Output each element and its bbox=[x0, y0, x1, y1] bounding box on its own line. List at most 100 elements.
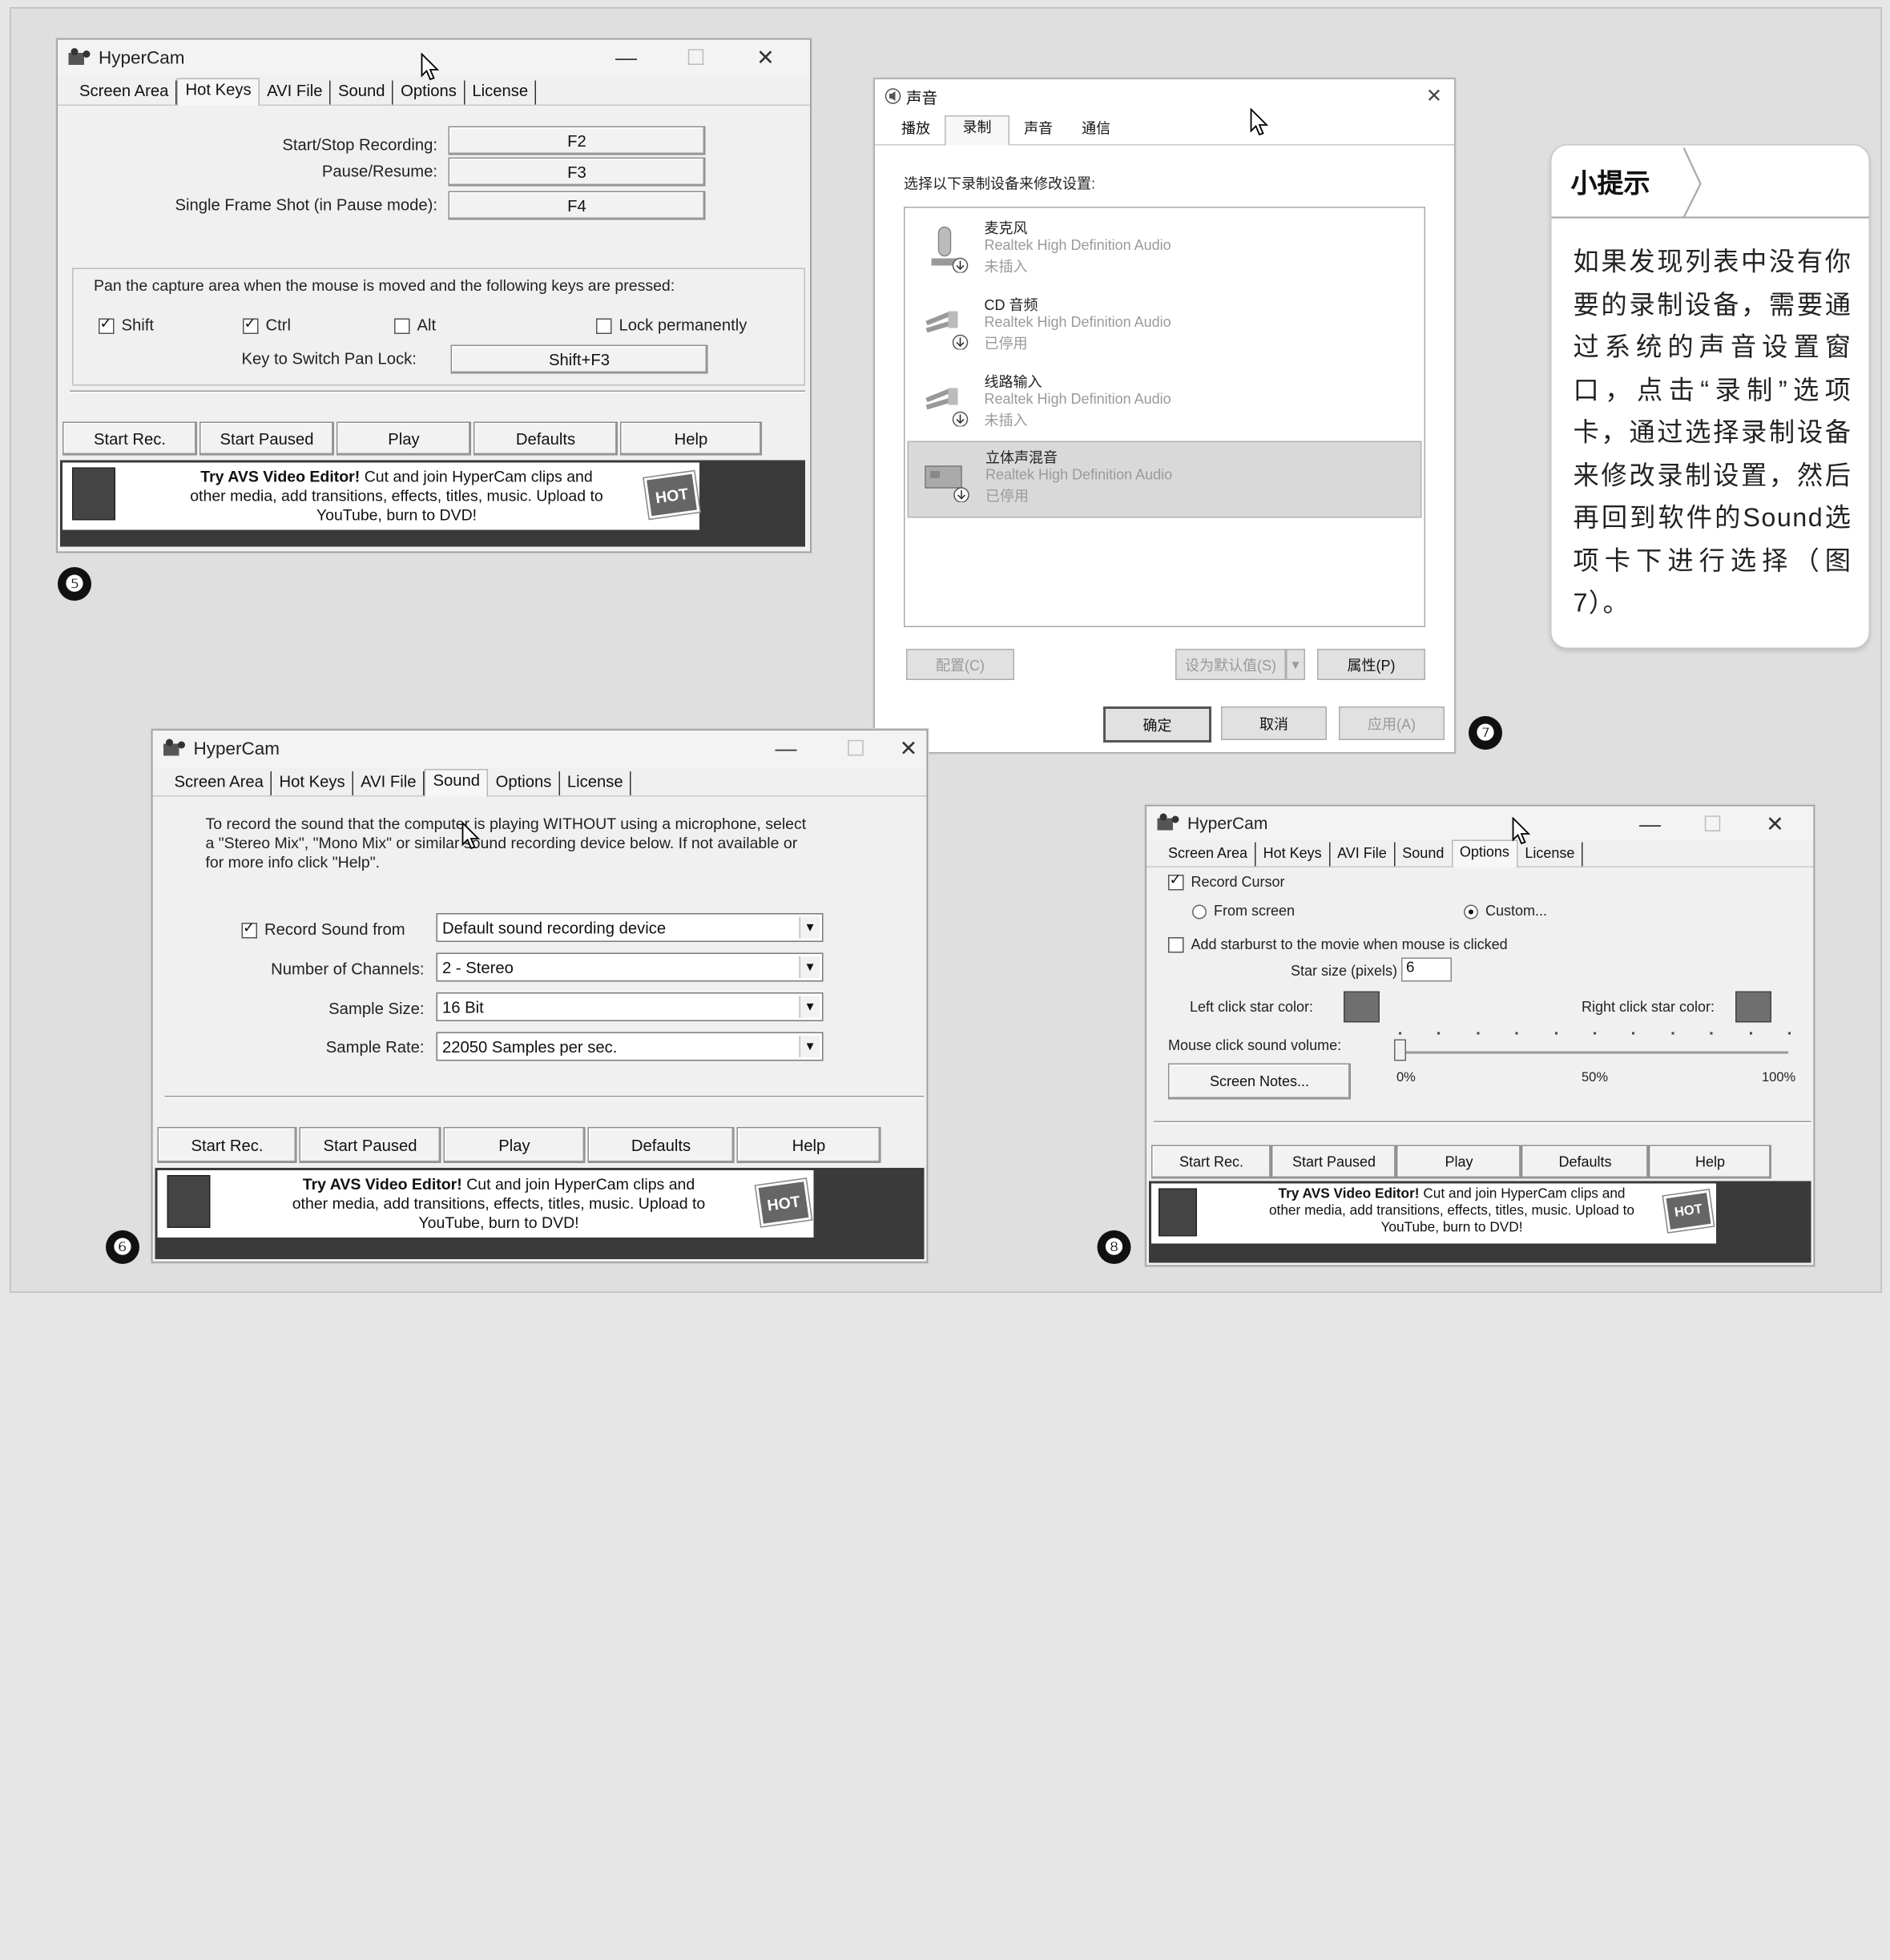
volume-tick-mark bbox=[1671, 1032, 1674, 1035]
tab-sound[interactable]: Sound bbox=[1395, 843, 1451, 867]
device-name: 立体声混音 bbox=[985, 449, 1058, 466]
tab-avi-file[interactable]: AVI File bbox=[353, 771, 425, 795]
window-title: HyperCam bbox=[193, 738, 280, 759]
hotkey-pause-field[interactable]: F3 bbox=[448, 157, 706, 187]
hotkey-start-stop-field[interactable]: F2 bbox=[448, 126, 706, 155]
maximize-button[interactable]: ☐ bbox=[661, 42, 731, 74]
ad-banner[interactable]: Try AVS Video Editor! Cut and join Hyper… bbox=[1149, 1181, 1811, 1263]
ad-title: Try AVS Video Editor! bbox=[302, 1175, 462, 1193]
lock-permanently-checkbox[interactable]: Lock permanently bbox=[596, 316, 747, 334]
properties-button[interactable]: 属性(P) bbox=[1317, 649, 1425, 680]
start-rec-button[interactable]: Start Rec. bbox=[62, 421, 197, 456]
device-microphone[interactable]: 麦克风 Realtek High Definition Audio 未插入 bbox=[908, 213, 1422, 288]
left-star-color-label: Left click star color: bbox=[1190, 998, 1314, 1016]
tab-sound[interactable]: Sound bbox=[425, 769, 489, 797]
tab-bar: Screen Area Hot Keys AVI File Sound Opti… bbox=[152, 767, 927, 797]
close-button[interactable]: ✕ bbox=[1744, 809, 1807, 840]
tab-hot-keys[interactable]: Hot Keys bbox=[176, 78, 260, 106]
alt-checkbox[interactable]: Alt bbox=[394, 316, 436, 334]
play-button[interactable]: Play bbox=[1396, 1145, 1521, 1179]
configure-button[interactable]: 配置(C) bbox=[906, 649, 1014, 680]
record-cursor-label: Record Cursor bbox=[1191, 873, 1285, 891]
close-button[interactable]: ✕ bbox=[891, 733, 927, 764]
tab-bar: Screen Area Hot Keys AVI File Sound Opti… bbox=[1146, 839, 1814, 867]
defaults-button[interactable]: Defaults bbox=[474, 421, 618, 456]
channels-select[interactable]: 2 - Stereo ▼ bbox=[436, 952, 824, 982]
tab-playback[interactable]: 播放 bbox=[887, 118, 945, 144]
set-default-button[interactable]: 设为默认值(S) bbox=[1175, 649, 1286, 680]
device-stereo-mix[interactable]: 立体声混音 Realtek High Definition Audio 已停用 bbox=[907, 441, 1422, 518]
tab-license[interactable]: License bbox=[560, 771, 632, 795]
tab-avi-file[interactable]: AVI File bbox=[260, 80, 332, 105]
start-paused-button[interactable]: Start Paused bbox=[199, 421, 334, 456]
device-cd-audio[interactable]: CD 音频 Realtek High Definition Audio 已停用 bbox=[908, 290, 1422, 364]
recording-device-list[interactable]: 麦克风 Realtek High Definition Audio 未插入 CD… bbox=[904, 207, 1425, 627]
volume-slider-thumb[interactable] bbox=[1394, 1039, 1406, 1061]
play-button[interactable]: Play bbox=[443, 1127, 586, 1163]
switch-pan-lock-field[interactable]: Shift+F3 bbox=[450, 344, 708, 374]
cancel-button[interactable]: 取消 bbox=[1221, 706, 1327, 740]
sample-size-select[interactable]: 16 Bit ▼ bbox=[436, 992, 824, 1021]
minimize-button[interactable]: — bbox=[752, 733, 821, 764]
star-size-input[interactable]: 6 bbox=[1401, 957, 1452, 982]
maximize-button[interactable]: ☐ bbox=[1682, 809, 1744, 840]
sound-dialog: 声音 ✕ 播放 录制 声音 通信 选择以下录制设备来修改设置: 麦克风 Real… bbox=[873, 78, 1456, 754]
tab-sound[interactable]: Sound bbox=[331, 80, 394, 105]
record-device-select[interactable]: Default sound recording device ▼ bbox=[436, 913, 824, 942]
hotkey-single-frame-field[interactable]: F4 bbox=[448, 191, 706, 220]
from-screen-radio[interactable]: From screen bbox=[1192, 903, 1295, 920]
tab-license[interactable]: License bbox=[1517, 842, 1583, 867]
maximize-button[interactable]: ☐ bbox=[821, 733, 891, 764]
tab-screen-area[interactable]: Screen Area bbox=[167, 771, 272, 795]
tab-screen-area[interactable]: Screen Area bbox=[72, 80, 177, 105]
ad-banner[interactable]: Try AVS Video Editor! Cut and join Hyper… bbox=[155, 1168, 925, 1259]
tab-screen-area[interactable]: Screen Area bbox=[1161, 842, 1256, 867]
start-paused-button[interactable]: Start Paused bbox=[299, 1127, 441, 1163]
device-driver: Realtek High Definition Audio bbox=[985, 466, 1173, 483]
device-line-in[interactable]: 线路输入 Realtek High Definition Audio 未插入 bbox=[908, 367, 1422, 441]
starburst-checkbox[interactable]: Add starburst to the movie when mouse is… bbox=[1168, 936, 1508, 953]
help-button[interactable]: Help bbox=[620, 421, 762, 456]
tab-sounds[interactable]: 声音 bbox=[1009, 118, 1067, 144]
start-paused-button[interactable]: Start Paused bbox=[1271, 1145, 1396, 1179]
help-button[interactable]: Help bbox=[736, 1127, 881, 1163]
record-cursor-checkbox[interactable]: Record Cursor bbox=[1168, 871, 1285, 891]
title-bar: HyperCam — ☐ ✕ bbox=[1146, 806, 1814, 840]
figure-number-8: ❽ bbox=[1097, 1230, 1131, 1264]
start-rec-button[interactable]: Start Rec. bbox=[1151, 1145, 1271, 1179]
ctrl-checkbox[interactable]: Ctrl bbox=[243, 315, 291, 334]
close-button[interactable]: ✕ bbox=[731, 42, 800, 74]
custom-radio[interactable]: Custom... bbox=[1464, 903, 1547, 920]
defaults-button[interactable]: Defaults bbox=[587, 1127, 735, 1163]
tab-options[interactable]: Options bbox=[1451, 839, 1518, 867]
tab-license[interactable]: License bbox=[465, 80, 537, 105]
defaults-button[interactable]: Defaults bbox=[1521, 1145, 1649, 1179]
hypercam-window-sound: HyperCam — ☐ ✕ Screen Area Hot Keys AVI … bbox=[151, 729, 928, 1263]
tab-communications[interactable]: 通信 bbox=[1067, 118, 1125, 144]
screen-notes-button[interactable]: Screen Notes... bbox=[1168, 1063, 1351, 1100]
tab-hot-keys[interactable]: Hot Keys bbox=[272, 771, 354, 795]
ad-banner[interactable]: Try AVS Video Editor! Cut and join Hyper… bbox=[60, 460, 805, 547]
apply-button[interactable]: 应用(A) bbox=[1339, 706, 1445, 740]
sound-close-button[interactable]: ✕ bbox=[1426, 84, 1442, 108]
sample-rate-select[interactable]: 22050 Samples per sec. ▼ bbox=[436, 1032, 824, 1061]
minimize-button[interactable]: — bbox=[1619, 809, 1682, 840]
left-star-color-swatch[interactable] bbox=[1344, 991, 1380, 1023]
minimize-button[interactable]: — bbox=[591, 42, 661, 74]
start-rec-button[interactable]: Start Rec. bbox=[157, 1127, 297, 1163]
tab-options[interactable]: Options bbox=[489, 771, 560, 795]
tab-recording[interactable]: 录制 bbox=[945, 115, 1010, 146]
right-star-color-swatch[interactable] bbox=[1735, 991, 1771, 1023]
tab-hot-keys[interactable]: Hot Keys bbox=[1256, 842, 1331, 867]
help-button[interactable]: Help bbox=[1649, 1145, 1771, 1179]
shift-checkbox[interactable]: Shift bbox=[99, 315, 154, 334]
tab-options[interactable]: Options bbox=[393, 80, 465, 105]
set-default-dropdown-arrow[interactable]: ▾ bbox=[1286, 649, 1305, 680]
volume-slider-track[interactable] bbox=[1399, 1051, 1788, 1054]
record-sound-checkbox[interactable]: Record Sound from bbox=[241, 919, 405, 939]
ok-button[interactable]: 确定 bbox=[1103, 706, 1211, 743]
mouse-cursor-icon bbox=[1250, 108, 1269, 136]
mouse-cursor-icon bbox=[1512, 817, 1531, 845]
tab-avi-file[interactable]: AVI File bbox=[1330, 842, 1396, 867]
play-button[interactable]: Play bbox=[336, 421, 471, 456]
